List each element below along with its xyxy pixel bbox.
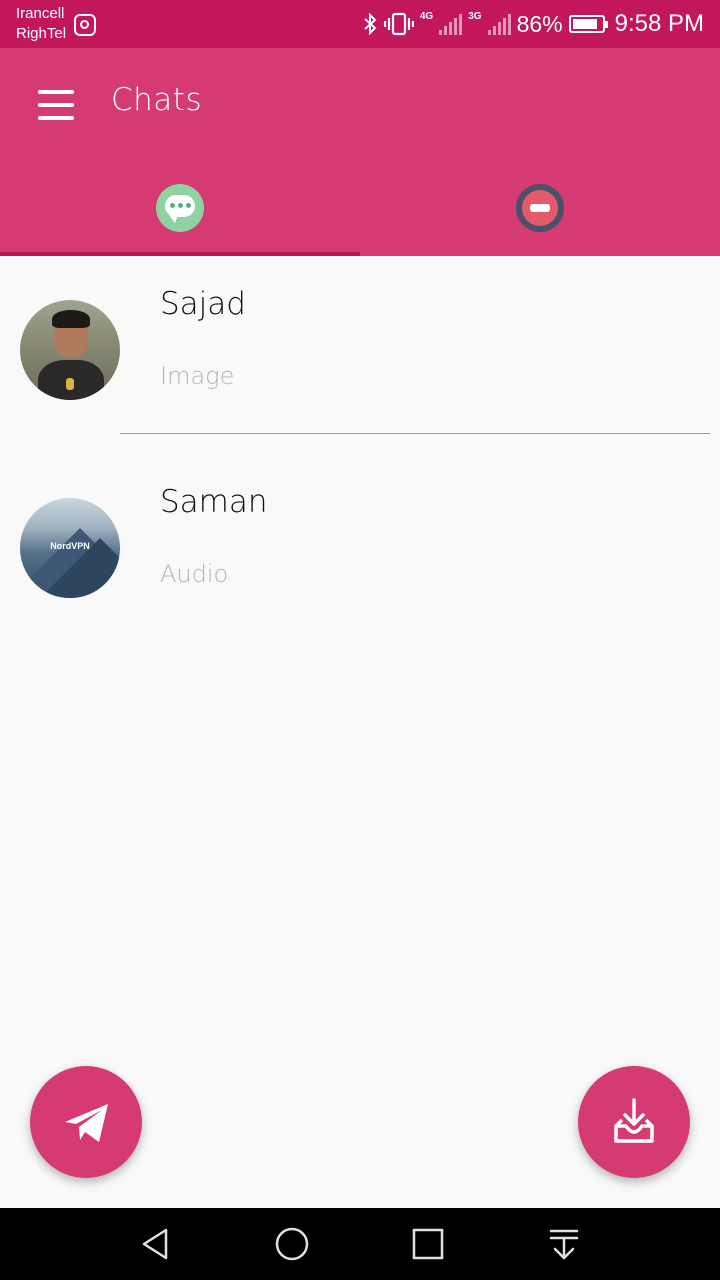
divider xyxy=(120,433,710,434)
page-title: Chats xyxy=(111,82,203,118)
battery-fill xyxy=(572,19,597,29)
vibrate-icon xyxy=(383,12,414,36)
message-preview: Audio xyxy=(160,560,229,588)
download-inbox-button[interactable] xyxy=(578,1066,690,1178)
clock: 9:58 PM xyxy=(614,10,704,37)
carrier-2: RighTel xyxy=(16,25,67,42)
network-1-label: 4G xyxy=(419,11,434,22)
chat-list-item[interactable]: Sajad Image xyxy=(0,256,720,454)
carrier-1: Irancell xyxy=(16,5,65,22)
contact-name: Sajad xyxy=(160,286,246,322)
message-preview: Image xyxy=(160,362,235,390)
system-navigation-bar xyxy=(0,1208,720,1280)
send-icon xyxy=(65,1104,108,1142)
signal-icon xyxy=(439,13,463,35)
chat-list-item[interactable]: NordVPN Saman Audio xyxy=(0,454,720,652)
send-button[interactable] xyxy=(30,1066,142,1178)
avatar-logo-text: NordVPN xyxy=(50,541,90,551)
network-2-label: 3G xyxy=(468,11,482,22)
battery-percent: 86% xyxy=(516,10,563,37)
blocked-icon xyxy=(516,184,564,232)
tab-blocked[interactable] xyxy=(360,160,720,256)
chat-bubble-icon xyxy=(156,184,204,232)
contact-name: Saman xyxy=(160,484,268,520)
home-icon[interactable] xyxy=(270,1222,314,1266)
inbox-download-icon xyxy=(614,1098,654,1143)
notifications-icon[interactable] xyxy=(542,1222,586,1266)
tab-chats[interactable] xyxy=(0,160,360,256)
back-icon[interactable] xyxy=(134,1222,178,1266)
instagram-icon xyxy=(74,14,96,36)
chat-list: Sajad Image NordVPN Saman Audio xyxy=(0,256,720,652)
status-bar: Irancell RighTel 4G 3G 86% 9:58 PM xyxy=(0,0,720,48)
recents-icon[interactable] xyxy=(406,1222,450,1266)
hamburger-menu-icon[interactable] xyxy=(38,90,74,120)
signal-icon xyxy=(487,13,511,35)
status-indicators: 4G 3G 86% 9:58 PM xyxy=(362,10,704,38)
app-bar: Chats xyxy=(0,48,720,256)
avatar[interactable] xyxy=(20,300,120,400)
battery-icon xyxy=(568,15,608,33)
carrier-info: Irancell RighTel xyxy=(16,4,66,44)
bluetooth-icon xyxy=(364,12,377,36)
avatar[interactable]: NordVPN xyxy=(20,498,120,598)
